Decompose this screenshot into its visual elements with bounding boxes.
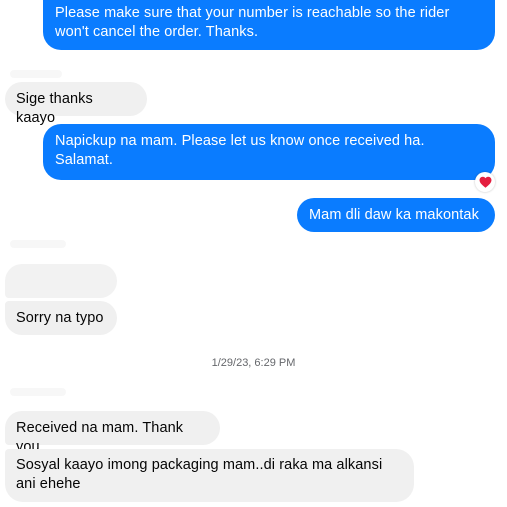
heart-icon	[479, 176, 492, 188]
sender-name-blurred	[10, 70, 62, 78]
timestamp-divider: 1/29/23, 6:29 PM	[211, 357, 296, 369]
heart-reaction[interactable]	[475, 172, 495, 192]
incoming-message[interactable]: Sosyal kaayo imong packaging mam..di rak…	[5, 449, 414, 502]
incoming-message[interactable]: Received na mam. Thank you	[5, 411, 220, 455]
incoming-message[interactable]: Sorry na typo	[5, 301, 117, 335]
incoming-message-blurred[interactable]	[5, 264, 117, 298]
outgoing-message[interactable]: Mam dli daw ka makontak	[297, 198, 495, 232]
outgoing-message[interactable]: Please make sure that your number is rea…	[43, 0, 495, 50]
message-thread: Please make sure that your number is rea…	[0, 0, 507, 507]
sender-name-blurred	[10, 388, 66, 396]
sender-name-blurred	[10, 240, 66, 248]
outgoing-message[interactable]: Napickup na mam. Please let us know once…	[43, 124, 495, 180]
incoming-message[interactable]: Sige thanks kaayo	[5, 82, 147, 126]
